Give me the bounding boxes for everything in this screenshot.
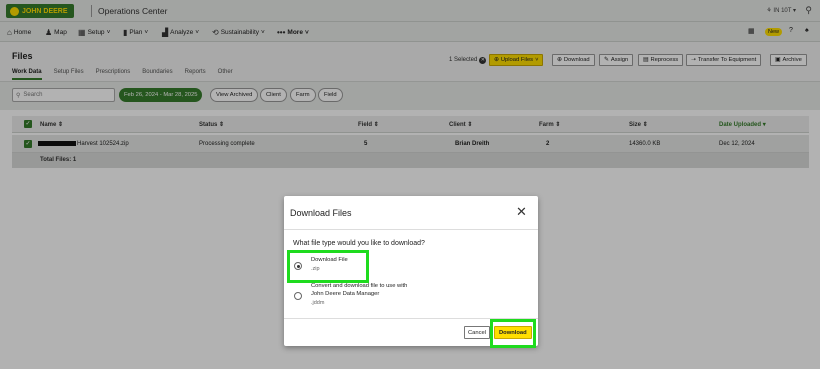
highlight-download-button: [490, 319, 536, 348]
dialog-question: What file type would you like to downloa…: [293, 240, 425, 247]
highlight-download-option: [287, 250, 369, 283]
option-convert-label-line2[interactable]: John Deere Data Manager: [311, 291, 379, 298]
option-jddm-extension: .jddm: [311, 300, 325, 306]
option-convert-label-line1[interactable]: Convert and download file to use with: [311, 283, 407, 290]
cancel-button[interactable]: Cancel: [464, 326, 491, 339]
dialog-divider: [284, 229, 538, 230]
close-icon[interactable]: ✕: [516, 205, 527, 218]
dialog-title: Download Files: [290, 208, 352, 218]
radio-download-jddm[interactable]: [294, 292, 302, 300]
